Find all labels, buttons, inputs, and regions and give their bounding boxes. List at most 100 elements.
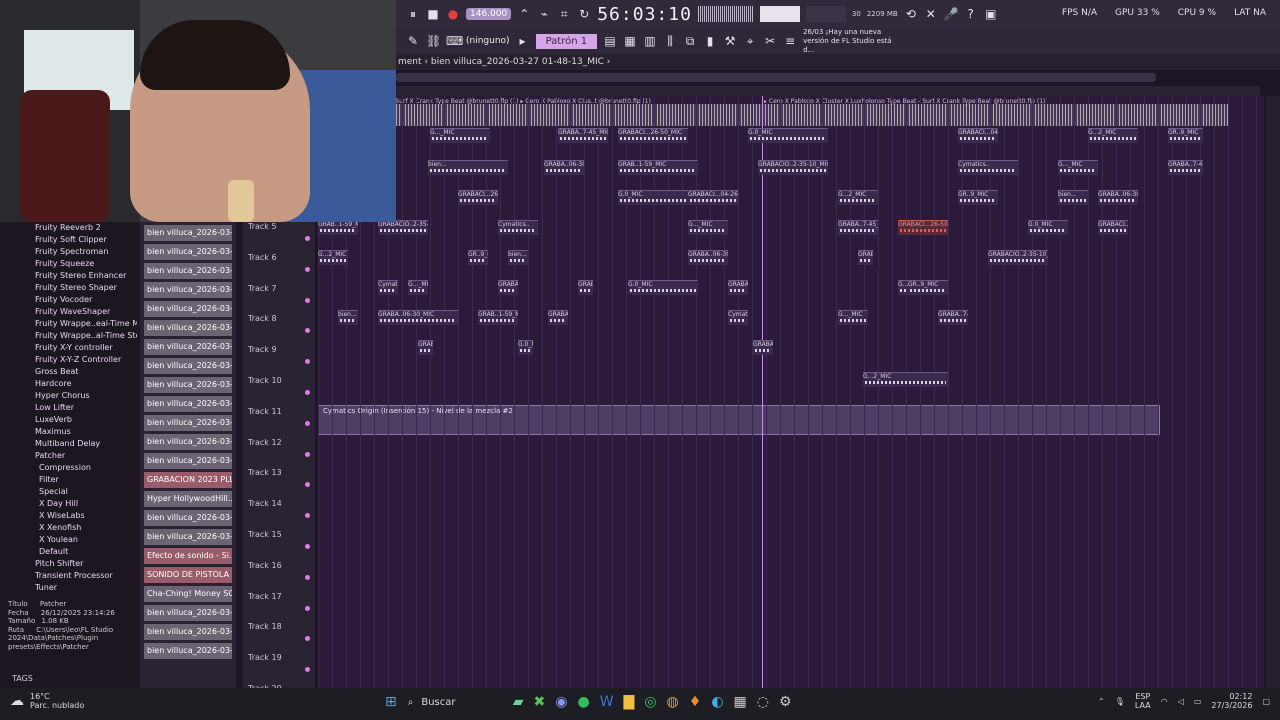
audio-clip[interactable]: GRABACI...26-50_MIC [898,220,948,235]
channel-button[interactable]: bien villuca_2026-03-27... [144,225,232,241]
audio-clip[interactable]: GRABA..06-30_MIC [688,250,728,265]
track-header[interactable]: Track 11 [243,407,315,437]
widget-icon[interactable]: ▰ [513,694,524,710]
link-icon[interactable]: ⛓ [426,34,441,48]
browser-item[interactable]: Fruity Wrappe..al-Time Stereo [0,330,137,342]
record-icon[interactable]: ● [446,7,460,21]
channel-button[interactable]: bien villuca_2026-03-27... [144,453,232,469]
channel-button[interactable]: bien villuca_2026-03-27... [144,434,232,450]
track-mute-dot[interactable] [305,266,310,272]
audio-clip[interactable]: GRAB..1-59_MIC [858,250,873,265]
browser-item[interactable]: X WiseLabs [0,510,137,522]
audio-clip[interactable]: Cymatics.. [728,310,748,325]
speaker-icon[interactable]: ◁ [1178,697,1184,706]
audio-clip[interactable]: GRABACI...04-26_MIC [753,340,773,355]
wifi-icon[interactable]: ◠ [1161,697,1168,706]
audio-clip[interactable]: GRABACIO..2-35-10_MIC [758,160,828,175]
loop-icon[interactable]: ↻ [577,7,591,21]
browser-item[interactable]: Hyper Chorus [0,390,137,402]
channel-button[interactable]: bien villuca_2026-03-27... [144,510,232,526]
audio-clip[interactable]: G..._MIC [838,310,868,325]
audio-clip[interactable]: GRABACI...26-50_MIC [418,340,433,355]
taskbar-search[interactable]: ⌕ Buscar [408,697,508,708]
playhead[interactable] [762,96,763,688]
browser-item[interactable]: Transient Processor [0,570,137,582]
audio-clip[interactable]: GR..9_MIC [958,190,998,205]
audio-clip[interactable]: GRABA..06-30_MIC [544,160,584,175]
channel-button[interactable]: bien villuca_2026-03-27... [144,358,232,374]
channel-button[interactable]: bien villuca_2026-03-27... [144,244,232,260]
audio-clip[interactable]: G...2_MIC [838,190,878,205]
obs-icon[interactable]: ◌ [757,694,769,710]
audio-clip[interactable]: bien... [508,250,528,265]
track-mute-dot[interactable] [305,297,310,303]
track-mute-dot[interactable] [305,605,310,611]
audio-clip[interactable]: G.0_MIC [748,128,828,143]
browser-item[interactable]: Hardcore [0,378,137,390]
track-mute-dot[interactable] [305,482,310,488]
wait-icon[interactable]: ⌁ [537,7,551,21]
browser-item[interactable]: Fruity Reeverb 2 [0,222,137,234]
audio-clip[interactable]: GR..9_MIC [1168,128,1203,143]
browser-item[interactable]: Fruity Soft Clipper [0,234,137,246]
audio-clip[interactable]: GRABA..7-45_MIC [938,310,968,325]
track-header[interactable]: Track 14 [243,499,315,529]
browser-item[interactable]: Fruity Stereo Shaper [0,282,137,294]
track-header[interactable]: Track 15 [243,530,315,560]
audio-clip[interactable]: G.0_MIC [518,340,533,355]
browser-item[interactable]: Fruity Wrappe..eal-Time Mono [0,318,137,330]
track-mute-dot[interactable] [305,667,310,673]
playlist-icon[interactable]: ▤ [603,34,617,48]
calculator-icon[interactable]: ▦ [734,694,747,710]
track-header[interactable]: Track 5 [243,222,315,252]
audio-clip[interactable]: bien... [1058,190,1088,205]
lang-code[interactable]: ESP [1135,692,1151,701]
browser-item[interactable]: Fruity Vocoder [0,294,137,306]
discord-icon[interactable]: ◉ [555,694,567,710]
mic-tray-icon[interactable]: 🎙 [1115,697,1125,706]
audio-clip[interactable]: GRABA..7-45_MIC [1168,160,1203,175]
browser-item[interactable]: Fruity X-Y controller [0,342,137,354]
track-header[interactable]: Track 13 [243,468,315,498]
channel-button[interactable]: Hyper HollywoodHill... [144,491,232,507]
browser-item[interactable]: Default [0,546,137,558]
battery-icon[interactable]: ▭ [1194,697,1202,706]
audio-clip[interactable]: G..._MIC [688,220,728,235]
tools-icon-2[interactable]: ⚒ [723,34,737,48]
audio-clip[interactable]: G..._MIC [408,280,428,295]
timeline-ruler[interactable] [396,86,1260,96]
track-mute-dot[interactable] [305,359,310,365]
audio-clip[interactable]: G.0_MIC [1028,220,1068,235]
audio-clip[interactable]: G...2_MIC [863,372,948,387]
pattern-selector[interactable]: Patrón 1 [535,33,598,49]
mixer-icon[interactable]: ⫼ [663,34,677,49]
audio-clip[interactable]: Cymatics.. [378,280,398,295]
settings-icon[interactable]: ⚙ [779,694,792,710]
browser-item[interactable]: Filter [0,474,137,486]
browser-item[interactable]: Patcher [0,450,137,462]
channel-button[interactable]: Cha-Ching! Money SO... [144,586,232,602]
slice-icon[interactable]: ✂ [763,34,777,48]
clock-date[interactable]: 27/3/2026 [1211,701,1252,710]
channel-button[interactable]: SONIDO DE PISTOLA [144,567,232,583]
channel-button[interactable]: bien villuca_2026-03-27... [144,624,232,640]
vertical-scrollbar[interactable] [1266,96,1280,688]
pencil-icon[interactable]: ✎ [406,34,420,48]
save-icon[interactable]: ▣ [984,7,998,21]
channel-button[interactable]: bien villuca_2026-03-27... [144,529,232,545]
audio-clip[interactable]: GRABACI...04-26_MIC [688,190,738,205]
master-volume[interactable] [759,6,800,22]
audio-clip[interactable]: GRABACI...26-50_MIC [458,190,498,205]
audio-clip[interactable]: G.0_MIC [628,280,698,295]
countdown-icon[interactable]: ⌗ [557,7,571,22]
audio-clip[interactable]: GR..9_MIC [908,280,948,295]
browser-item[interactable]: Special [0,486,137,498]
audio-clip[interactable]: GRABACI...04-26_MIC [728,280,748,295]
audio-clip[interactable]: GRABA..7-45_MIC [498,280,518,295]
channel-button[interactable]: bien villuca_2026-03-27... [144,377,232,393]
channel-button[interactable]: bien villuca_2026-03-27... [144,643,232,659]
menu-icon[interactable]: ≡ [783,34,797,48]
word-icon[interactable]: W [600,694,614,710]
audio-clip[interactable]: Cymatics.. [958,160,1018,175]
audio-clip[interactable]: GRABA..7-45_MIC [558,128,608,143]
